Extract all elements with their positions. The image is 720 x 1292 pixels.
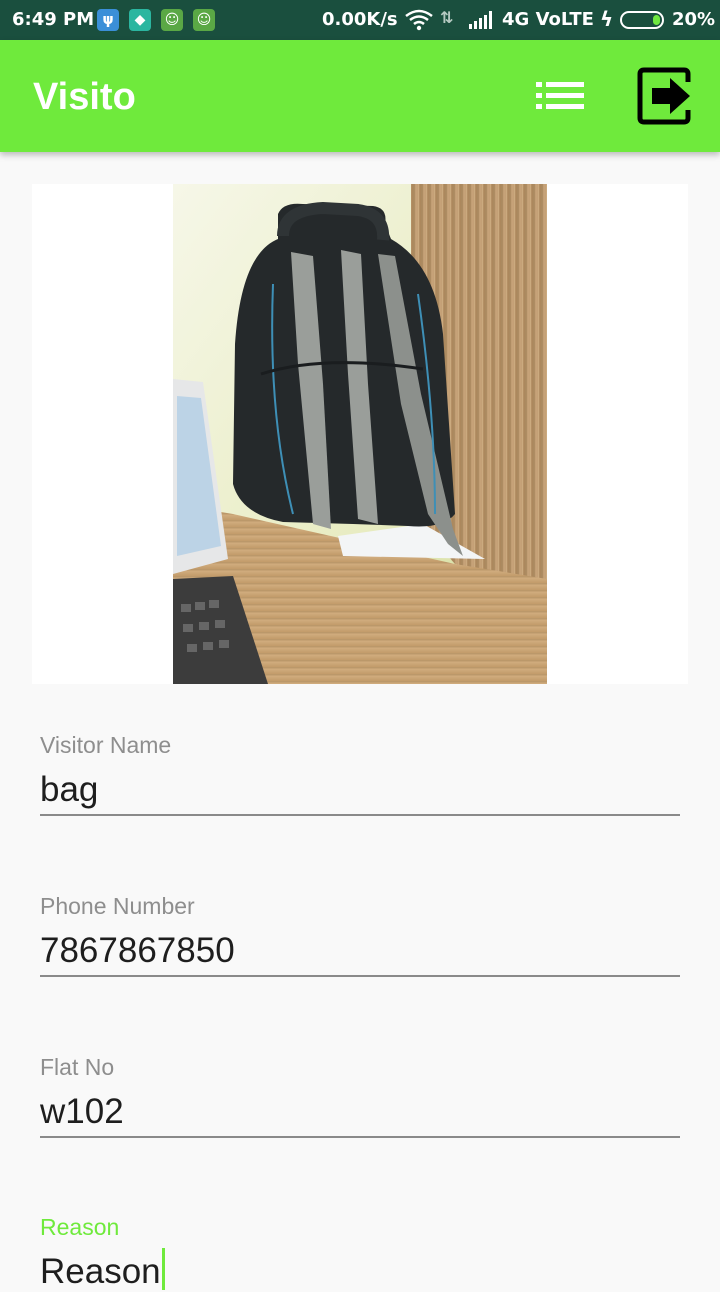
- visitor-photo-frame: [32, 184, 688, 684]
- usb-icon: ψ: [97, 9, 119, 31]
- phone-number-label: Phone Number: [40, 893, 195, 919]
- visitor-name-underline: [40, 814, 680, 816]
- net-speed: 0.00K/s: [322, 9, 398, 30]
- battery-icon: [620, 11, 664, 29]
- backpack-photo[interactable]: [173, 184, 547, 684]
- visitor-name-input[interactable]: bag: [40, 770, 98, 810]
- logout-button[interactable]: [630, 58, 700, 134]
- phone-number-underline: [40, 975, 680, 977]
- data-arrows-icon: ⇅: [440, 8, 454, 27]
- status-time: 6:49 PM: [12, 9, 95, 30]
- logout-icon: [637, 67, 691, 125]
- reason-input[interactable]: Reason: [40, 1248, 165, 1292]
- signal-icon: [468, 11, 494, 34]
- network-type: 4G VoLTE: [502, 9, 594, 30]
- reason-label: Reason: [40, 1214, 120, 1240]
- list-button[interactable]: [528, 74, 592, 118]
- phone-number-input[interactable]: 7867867850: [40, 931, 235, 971]
- charging-bolt-icon: ϟ: [600, 7, 614, 31]
- battery-fill: [653, 15, 660, 25]
- app-title: Visito: [33, 76, 136, 118]
- list-icon: [536, 82, 584, 109]
- shield-icon: ◆: [129, 9, 151, 31]
- android-icon: ☺: [161, 9, 183, 31]
- visitor-name-label: Visitor Name: [40, 732, 172, 758]
- status-bar: 6:49 PM ψ ◆ ☺ ☺ 0.00K/s ⇅ 4G VoLTE ϟ 20%: [0, 0, 720, 40]
- battery-percent: 20%: [672, 9, 716, 30]
- app-bar: Visito: [0, 40, 720, 152]
- flat-no-label: Flat No: [40, 1054, 115, 1080]
- wifi-icon: [404, 9, 434, 36]
- reason-text: Reason: [40, 1252, 161, 1291]
- text-cursor: [161, 1248, 165, 1290]
- flat-no-underline: [40, 1136, 680, 1138]
- android-icon: ☺: [193, 9, 215, 31]
- flat-no-input[interactable]: w102: [40, 1092, 124, 1132]
